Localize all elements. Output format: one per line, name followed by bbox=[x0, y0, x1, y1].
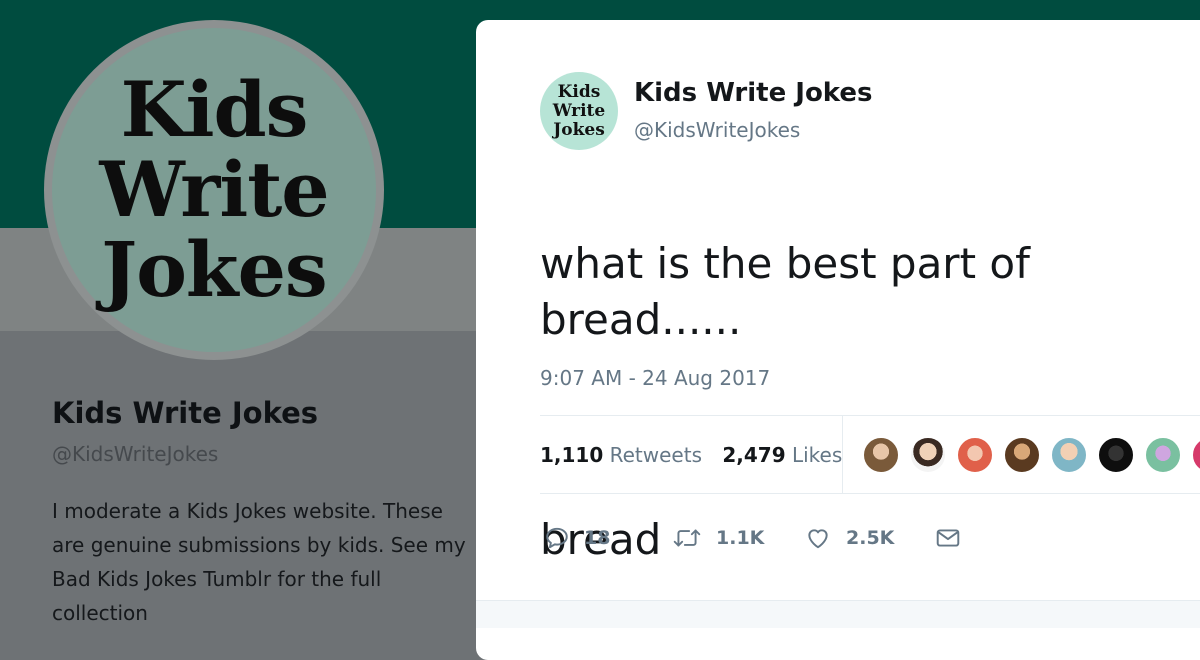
likes-stat[interactable]: 2,479 Likes bbox=[722, 443, 842, 467]
tweet-text: what is the best part of bread...... bre… bbox=[540, 180, 1200, 624]
profile-bio: I moderate a Kids Jokes website. These a… bbox=[52, 499, 466, 625]
liker-avatar[interactable] bbox=[1144, 436, 1182, 474]
tweet-timestamp[interactable]: 9:07 AM - 24 Aug 2017 bbox=[540, 366, 770, 390]
liker-avatar[interactable] bbox=[1050, 436, 1088, 474]
divider bbox=[540, 415, 1200, 416]
retweets-label: Retweets bbox=[609, 443, 702, 467]
divider bbox=[540, 493, 1200, 494]
profile-handle[interactable]: @KidsWriteJokes bbox=[52, 442, 218, 466]
like-button[interactable]: 2.5K bbox=[804, 520, 894, 556]
profile-avatar-word: Jokes bbox=[101, 225, 327, 314]
tweet-avatar-word: Kids bbox=[557, 81, 601, 102]
likes-count: 2,479 bbox=[722, 443, 786, 467]
like-count: 2.5K bbox=[846, 527, 895, 549]
reply-icon bbox=[544, 525, 570, 551]
likes-label: Likes bbox=[791, 443, 843, 467]
liker-avatar[interactable] bbox=[862, 436, 900, 474]
retweet-icon bbox=[672, 525, 702, 551]
tweet-author-avatar[interactable]: Kids Write Jokes bbox=[540, 72, 618, 150]
tweet-avatar-word: Jokes bbox=[553, 119, 605, 140]
tweet-author-handle[interactable]: @KidsWriteJokes bbox=[634, 118, 800, 142]
tweet-text-line: what is the best part of bread...... bbox=[540, 239, 1030, 344]
reply-count: 18 bbox=[584, 527, 611, 549]
retweets-count: 1,110 bbox=[540, 443, 604, 467]
profile-avatar-word: Write bbox=[99, 145, 329, 234]
direct-message-button[interactable] bbox=[934, 520, 962, 556]
tweet-author-name[interactable]: Kids Write Jokes bbox=[634, 78, 873, 108]
tweet-stats: 1,110 Retweets 2,479 Likes bbox=[540, 443, 842, 467]
heart-icon bbox=[804, 525, 832, 551]
liker-avatar[interactable] bbox=[1097, 436, 1135, 474]
reply-button[interactable]: 18 bbox=[544, 520, 610, 556]
profile-avatar[interactable]: Kids Write Jokes bbox=[44, 20, 384, 360]
liker-avatar[interactable] bbox=[1003, 436, 1041, 474]
retweet-count: 1.1K bbox=[716, 527, 765, 549]
retweet-button[interactable]: 1.1K bbox=[672, 520, 764, 556]
profile-avatar-word: Kids bbox=[120, 65, 309, 154]
liker-avatar[interactable] bbox=[956, 436, 994, 474]
profile-avatar-logo: Kids Write Jokes bbox=[52, 28, 376, 352]
profile-name[interactable]: Kids Write Jokes bbox=[52, 396, 318, 430]
envelope-icon bbox=[934, 525, 962, 551]
liker-avatar[interactable] bbox=[909, 436, 947, 474]
retweets-stat[interactable]: 1,110 Retweets bbox=[540, 443, 702, 467]
tweet-avatar-word: Write bbox=[552, 100, 606, 121]
